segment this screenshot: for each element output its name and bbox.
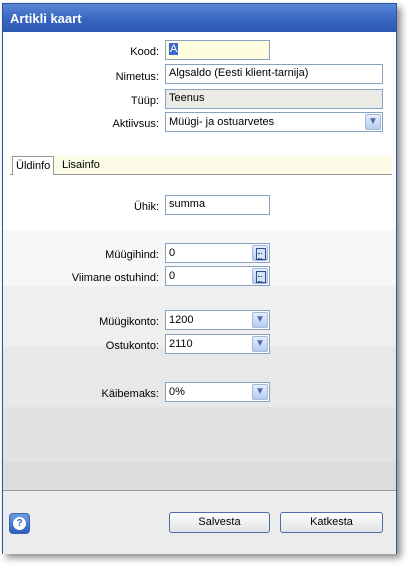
myygihind-value: 0 [169,247,176,259]
save-button[interactable]: Salvesta [169,512,270,533]
tab-uldinfo[interactable]: Üldinfo [12,156,55,175]
band-empty [3,407,396,462]
aktiivsus-value: Müügi- ja ostuarvetes [169,116,275,128]
kood-input[interactable]: A [165,40,270,60]
nimetus-label: Nimetus: [115,71,159,83]
kood-value: A [169,43,179,55]
band-empty-2 [3,462,396,490]
myygikonto-select[interactable]: 1200 ▼ [165,310,270,330]
chevron-down-icon[interactable]: ▼ [365,114,381,130]
nimetus-input[interactable]: Algsaldo (Eesti klient-tarnija) [165,64,383,84]
help-icon: ? [13,517,26,530]
ostukonto-select[interactable]: 2110 ▼ [165,334,270,354]
viimane-ostuhind-label: Viimane ostuhind: [71,272,159,284]
myygihind-input[interactable]: 0 [165,243,270,263]
help-button[interactable]: ? [9,513,30,534]
article-card-window: Artikli kaart Kood: A Nimetus: Algsaldo … [2,3,397,554]
myygikonto-label: Müügikonto: [99,316,159,328]
calculator-icon[interactable] [252,268,268,284]
aktiivsus-label: Aktiivsus: [112,118,159,130]
myygihind-label: Müügihind: [105,249,159,261]
viimane-ostuhind-input[interactable]: 0 [165,266,270,286]
kaibemaks-select[interactable]: 0% ▼ [165,382,270,402]
ostukonto-label: Ostukonto: [105,340,159,352]
kaibemaks-label: Käibemaks: [101,388,159,400]
tab-lisainfo[interactable]: Lisainfo [59,156,103,175]
viimane-ostuhind-value: 0 [169,270,176,282]
kaibemaks-value: 0% [169,386,185,398]
calculator-icon[interactable] [252,245,268,261]
yhik-label: Ühik: [133,201,159,213]
tyyp-label: Tüüp: [130,95,159,107]
cancel-button[interactable]: Katkesta [280,512,383,533]
ostukonto-value: 2110 [169,338,193,350]
window-title: Artikli kaart [3,4,396,32]
chevron-down-icon[interactable]: ▼ [252,384,268,400]
myygikonto-value: 1200 [169,314,194,326]
yhik-input[interactable]: summa [165,195,270,215]
kood-label: Kood: [130,46,159,58]
tab-strip: Üldinfo Lisainfo [10,155,392,175]
chevron-down-icon[interactable]: ▼ [252,336,268,352]
tyyp-input: Teenus [165,89,383,109]
chevron-down-icon[interactable]: ▼ [252,312,268,328]
aktiivsus-select[interactable]: Müügi- ja ostuarvetes ▼ [165,112,383,132]
